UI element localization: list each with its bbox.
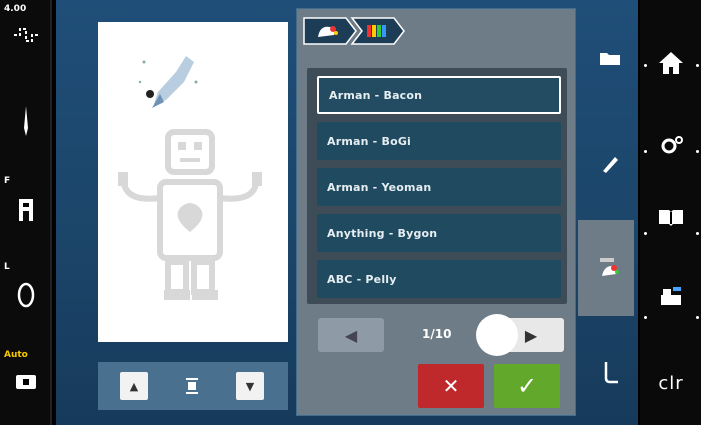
folder-button[interactable] — [590, 38, 630, 78]
system-strip: clr — [640, 0, 701, 425]
bobbin-icon[interactable] — [10, 278, 42, 312]
separator-dot — [696, 64, 699, 67]
embroidery-design-button[interactable] — [590, 248, 630, 288]
robot-design-icon — [118, 56, 262, 300]
design-nav-bar: ▲ ▼ — [98, 362, 288, 410]
help-button[interactable] — [646, 274, 696, 320]
pager: ◀ 1/10 ▶ — [318, 314, 564, 356]
separator-dot — [644, 316, 647, 319]
font-list-item[interactable]: Arman - BoGi — [317, 122, 561, 160]
triangle-right-icon: ▶ — [524, 325, 538, 345]
separator-dot — [644, 150, 647, 153]
triangle-up-icon: ▲ — [129, 379, 139, 393]
stitch-width-value: 4.00 — [4, 4, 27, 14]
page-indicator: 1/10 — [422, 327, 452, 341]
touch-cursor — [476, 314, 518, 356]
scroll-up-button[interactable]: ▲ — [120, 372, 148, 400]
settings-button[interactable] — [646, 122, 696, 168]
pencil-icon — [603, 157, 618, 173]
font-list-item[interactable]: Arman - Yeoman — [317, 168, 561, 206]
font-name: Anything - Bygon — [327, 226, 438, 240]
cancel-button[interactable]: ✕ — [418, 364, 484, 408]
breadcrumb — [302, 16, 412, 46]
font-list-item[interactable]: Arman - Bacon — [317, 76, 561, 114]
needle-icon[interactable] — [10, 104, 42, 138]
folder-icon — [600, 53, 620, 65]
confirm-button[interactable]: ✓ — [494, 364, 560, 408]
separator-dot — [696, 232, 699, 235]
font-name: Arman - BoGi — [327, 134, 412, 148]
stitch-width-icon[interactable] — [10, 18, 42, 52]
scroll-down-button[interactable]: ▼ — [236, 372, 264, 400]
bobbin-label: L — [4, 262, 10, 272]
separator-dot — [696, 316, 699, 319]
font-list-item[interactable]: Anything - Bygon — [317, 214, 561, 252]
embroidery-hoop-icon — [600, 258, 619, 276]
previous-page-button[interactable]: ◀ — [318, 318, 384, 352]
stitch-button[interactable] — [590, 352, 630, 392]
fabric-thickness-value: Auto — [4, 350, 28, 360]
font-list-item[interactable]: ABC - Pelly — [317, 260, 561, 298]
tutorial-button[interactable] — [646, 194, 696, 240]
book-icon — [659, 210, 683, 226]
triangle-down-icon: ▼ — [245, 379, 255, 393]
clear-label: clr — [658, 372, 684, 394]
home-icon — [659, 52, 683, 74]
separator-dot — [644, 64, 647, 67]
design-icon[interactable] — [316, 23, 338, 43]
presser-foot-label: F — [4, 176, 11, 186]
clear-button[interactable]: clr — [646, 360, 696, 406]
font-icon[interactable] — [366, 23, 388, 43]
center-align-icon[interactable] — [178, 374, 206, 398]
font-name: Arman - Bacon — [329, 88, 423, 102]
design-preview[interactable] — [98, 22, 288, 342]
font-list: Arman - Bacon Arman - BoGi Arman - Yeoma… — [307, 68, 567, 304]
fabric-thickness-icon[interactable] — [10, 364, 42, 398]
tool-column — [578, 0, 638, 425]
font-name: Arman - Yeoman — [327, 180, 432, 194]
gear-icon — [661, 136, 683, 154]
close-icon: ✕ — [442, 374, 460, 398]
status-strip: 4.00 F L Auto — [0, 0, 52, 425]
separator-dot — [696, 150, 699, 153]
font-name: ABC - Pelly — [327, 272, 397, 286]
stitch-icon — [604, 362, 618, 384]
sewing-machine-icon — [661, 287, 681, 305]
separator-dot — [644, 232, 647, 235]
edit-button[interactable] — [590, 144, 630, 184]
home-button[interactable] — [646, 40, 696, 86]
check-icon: ✓ — [516, 372, 538, 400]
triangle-left-icon: ◀ — [344, 325, 358, 345]
presser-foot-icon[interactable] — [10, 192, 42, 226]
